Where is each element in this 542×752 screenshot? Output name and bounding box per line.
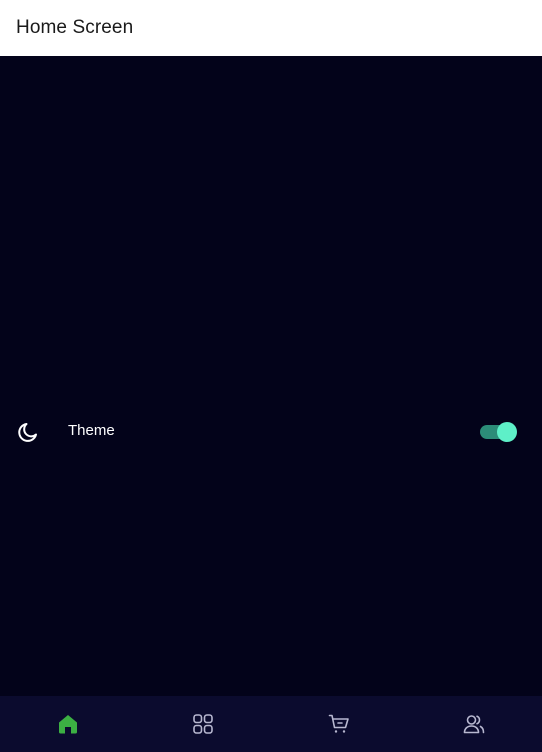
nav-item-cart[interactable]	[271, 696, 407, 752]
app-bar: Home Screen	[0, 0, 542, 56]
moon-icon	[16, 420, 40, 444]
nav-item-profile[interactable]	[407, 696, 542, 752]
theme-toggle[interactable]	[480, 422, 517, 442]
home-icon	[58, 715, 77, 734]
cart-icon	[328, 714, 349, 733]
theme-setting-row[interactable]: Theme	[0, 402, 542, 462]
main-content: Theme	[0, 56, 542, 696]
nav-item-home[interactable]	[0, 696, 136, 752]
nav-item-categories[interactable]	[136, 696, 272, 752]
grid-icon	[193, 714, 214, 734]
bottom-navigation	[0, 696, 542, 752]
toggle-thumb	[497, 422, 517, 442]
users-icon	[463, 715, 485, 734]
app-screen: Home Screen Theme	[0, 0, 542, 752]
page-title: Home Screen	[16, 17, 134, 38]
theme-label: Theme	[68, 422, 115, 439]
